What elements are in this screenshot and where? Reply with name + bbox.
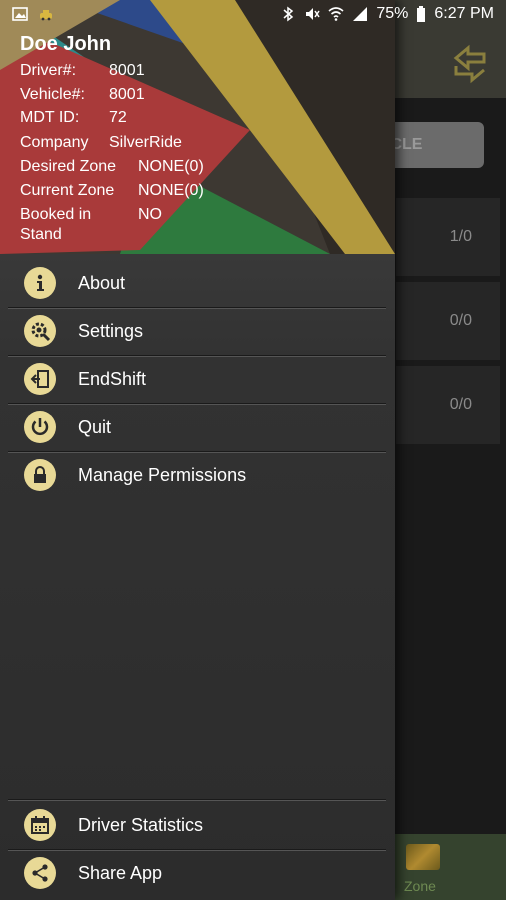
zone-row[interactable]: 0/0	[396, 366, 500, 444]
booked-in-label-stand: Stand	[20, 226, 62, 243]
menu-item-driver-statistics[interactable]: Driver Statistics	[8, 802, 386, 850]
gallery-icon	[12, 7, 28, 21]
taxi-icon	[40, 10, 52, 21]
mdt-id-value: 72	[109, 109, 127, 126]
company-label: Company	[20, 134, 89, 151]
zone-icon	[406, 844, 440, 870]
status-bar: 75% 6:27 PM	[0, 0, 506, 30]
company-value: SilverRide	[109, 134, 182, 151]
menu-item-endshift[interactable]: EndShift	[8, 356, 386, 404]
menu-label-manage-permissions: Manage Permissions	[78, 465, 247, 485]
menu-label-settings: Settings	[78, 321, 144, 341]
signal-icon	[353, 7, 368, 21]
booked-in-label: Booked in	[20, 206, 92, 223]
zone-count: 0/0	[449, 312, 472, 329]
info-icon	[24, 267, 56, 299]
desired-zone-label: Desired Zone	[20, 158, 117, 175]
zone-row[interactable]: 0/0	[396, 282, 500, 360]
power-icon	[24, 411, 56, 443]
menu-item-manage-permissions[interactable]: Manage Permissions	[8, 452, 386, 499]
driver-name: Doe John	[20, 33, 112, 55]
end-shift-icon	[24, 363, 56, 395]
battery-percent: 75%	[376, 5, 409, 22]
bluetooth-icon	[283, 6, 294, 22]
menu-item-quit[interactable]: Quit	[8, 404, 386, 452]
wifi-icon	[328, 7, 344, 21]
zone-row[interactable]: 1/0	[396, 198, 500, 276]
share-icon	[24, 857, 56, 889]
menu-label-quit: Quit	[78, 417, 112, 437]
driver-number-value: 8001	[109, 62, 145, 79]
vehicle-number-value: 8001	[109, 86, 145, 103]
clock: 6:27 PM	[434, 5, 494, 22]
lock-icon	[24, 459, 56, 491]
zone-tab-label: Zone	[404, 878, 436, 894]
mute-icon	[306, 8, 320, 20]
menu-item-about[interactable]: About	[8, 260, 386, 308]
zone-count: 0/0	[449, 396, 472, 413]
drawer-header: Doe John Driver#: 8001 Vehicle#: 8001 MD…	[0, 0, 395, 254]
menu-label-endshift: EndShift	[78, 369, 147, 389]
vehicle-number-label: Vehicle#:	[20, 86, 85, 103]
current-zone-value: NONE(0)	[138, 182, 204, 199]
calendar-icon	[24, 809, 56, 841]
swap-icon[interactable]	[450, 44, 490, 84]
menu-label-about: About	[78, 273, 126, 293]
menu-label-driver-statistics: Driver Statistics	[78, 815, 204, 835]
menu-label-share-app: Share App	[78, 863, 163, 883]
menu-item-settings[interactable]: Settings	[8, 308, 386, 356]
booked-in-value: NO	[138, 206, 162, 223]
settings-icon	[24, 315, 56, 347]
menu-item-share-app[interactable]: Share App	[8, 850, 386, 897]
divider	[8, 799, 386, 800]
navigation-drawer: Doe John Driver#: 8001 Vehicle#: 8001 MD…	[0, 0, 395, 900]
battery-icon	[417, 6, 426, 22]
driver-number-label: Driver#:	[20, 62, 77, 79]
desired-zone-value: NONE(0)	[138, 158, 204, 175]
zone-count: 1/0	[449, 228, 472, 245]
current-zone-label: Current Zone	[20, 182, 115, 199]
mdt-id-label: MDT ID:	[20, 109, 80, 126]
